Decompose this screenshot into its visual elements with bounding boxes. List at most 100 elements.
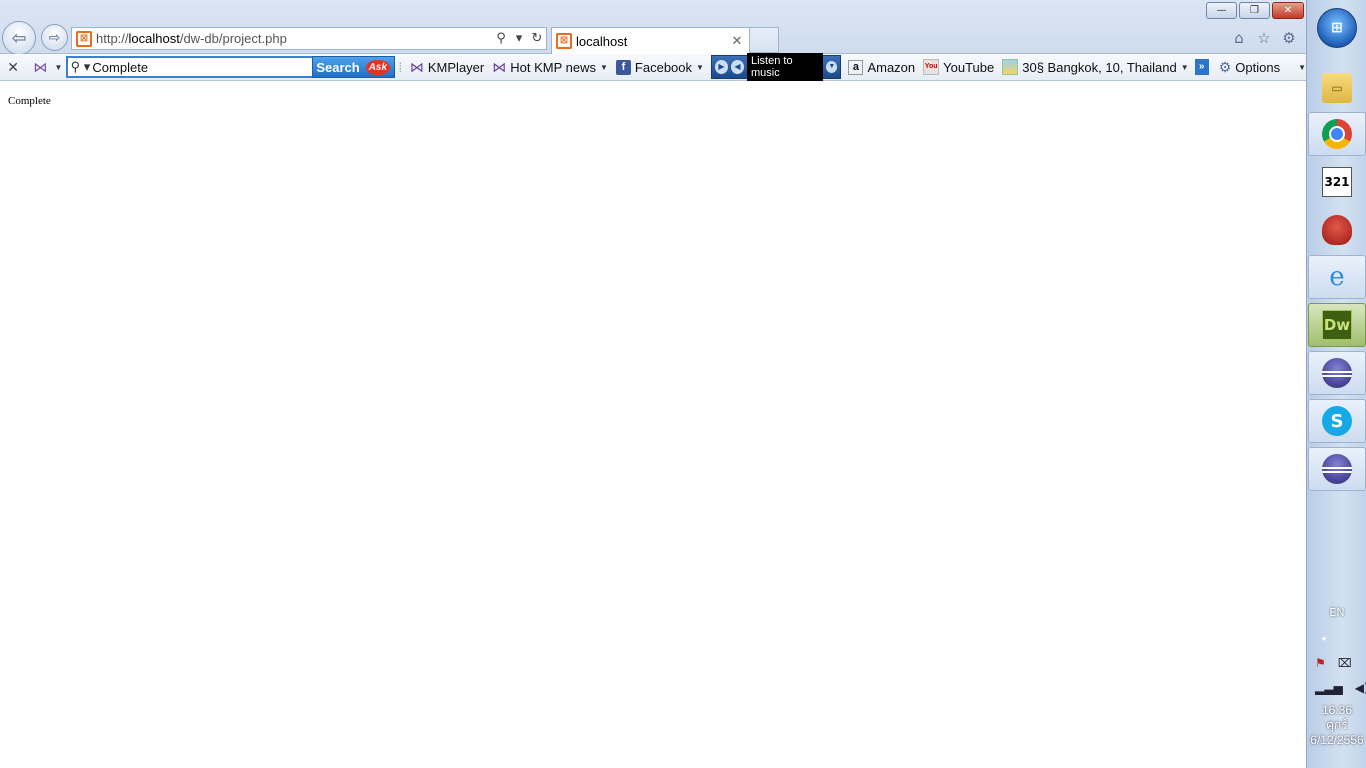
tools-gear-icon[interactable]: ⚙ (1280, 29, 1298, 47)
taskbar-app-chrome[interactable] (1308, 112, 1366, 156)
url-path: /dw-db/project.php (179, 31, 287, 46)
refresh-icon[interactable]: ↻ (528, 31, 546, 46)
toolbar-search-input[interactable]: ⚲ ▾ Complete (66, 56, 312, 78)
window-controls: — ❐ ✕ (1206, 2, 1304, 19)
music-player-widget[interactable]: ▶ ◀ Listen to music ▼ (710, 53, 842, 81)
show-hidden-icons-arrow-icon[interactable]: ◂ (1321, 634, 1326, 644)
ask-logo-icon: Ask (365, 59, 391, 75)
toolbar-options-button[interactable]: ⚙ Options ▼ (1219, 59, 1306, 76)
page-content: Complete (0, 81, 1306, 768)
close-window-button[interactable]: ✕ (1272, 2, 1304, 19)
tray-icons-row-1: ⚑ ⌧ (1315, 656, 1352, 670)
volume-icon[interactable]: ◀ (730, 60, 744, 74)
more-items-button[interactable]: » (1194, 59, 1209, 75)
search-button-label: Search (316, 59, 360, 75)
amazon-icon: a (848, 59, 864, 75)
language-indicator[interactable]: EN (1307, 606, 1366, 619)
network-signal-icon[interactable]: ▂▃▅ (1315, 681, 1343, 695)
toolbar-item-kmplayer[interactable]: ⋈ KMPlayer (406, 59, 488, 76)
youtube-label: YouTube (943, 59, 995, 75)
start-button[interactable]: ⊞ (1317, 8, 1357, 48)
favorites-star-icon[interactable]: ☆ (1255, 29, 1273, 47)
tab-label: localhost (576, 33, 628, 49)
hot-kmp-news-label: Hot KMP news (510, 59, 596, 75)
chevron-down-icon[interactable]: ▼ (600, 63, 608, 72)
skype-icon: S (1322, 406, 1352, 436)
search-input-value[interactable]: Complete (92, 60, 311, 75)
clock-time: 16:36 (1321, 703, 1353, 717)
toolbar-item-facebook[interactable]: f Facebook ▼ (612, 59, 708, 75)
youtube-icon: You (923, 59, 940, 75)
minimize-button[interactable]: — (1206, 2, 1237, 19)
options-label: Options (1235, 59, 1281, 75)
browser-chrome: — ❐ ✕ ⇦ ⇨ ⊠ http://localhost/dw-db/proje… (0, 0, 1306, 55)
red-user-icon (1322, 215, 1352, 245)
search-icon[interactable]: ⚲ ▾ (68, 59, 92, 75)
chevron-down-icon[interactable]: ▼ (1298, 63, 1306, 72)
tab-close-icon[interactable]: ✕ (729, 34, 745, 49)
weather-label: 30§ Bangkok, 10, Thailand (1022, 59, 1177, 75)
toolbar-item-youtube[interactable]: You YouTube (919, 59, 998, 75)
browser-window: — ❐ ✕ ⇦ ⇨ ⊠ http://localhost/dw-db/proje… (0, 0, 1306, 768)
weather-icon (1002, 59, 1019, 75)
url-text[interactable]: http://localhost/dw-db/project.php (96, 31, 492, 46)
new-tab-button[interactable] (750, 27, 779, 53)
url-prefix: http:// (96, 31, 129, 46)
forward-button[interactable]: ⇨ (41, 24, 68, 51)
search-icon[interactable]: ⚲ (492, 31, 510, 46)
clock-day: ศุกร์ (1326, 718, 1348, 732)
listen-to-music-label[interactable]: Listen to music (747, 53, 824, 81)
taskbar-app-eclipse-2[interactable] (1308, 447, 1366, 491)
volume-speaker-icon[interactable]: ◀) (1355, 681, 1366, 695)
chrome-icon (1322, 119, 1352, 149)
media-player-classic-icon: 321 (1322, 167, 1352, 197)
taskbar-app-internet-explorer[interactable]: e (1308, 255, 1366, 299)
url-host: localhost (128, 31, 180, 46)
taskbar-app-media-player-classic[interactable]: 321 (1308, 160, 1366, 204)
back-button[interactable]: ⇦ (2, 21, 36, 55)
restore-button[interactable]: ❐ (1239, 2, 1270, 19)
taskbar-app-red-user[interactable] (1308, 208, 1366, 252)
power-plug-icon[interactable]: ⌧ (1338, 656, 1352, 670)
facebook-label: Facebook (634, 59, 693, 75)
toolbar-close-icon[interactable]: ✕ (0, 59, 26, 76)
home-icon[interactable]: ⌂ (1230, 29, 1248, 47)
facebook-icon: f (615, 59, 631, 75)
system-clock[interactable]: 16:36 ศุกร์ 6/12/2556 (1307, 703, 1366, 748)
gear-icon: ⚙ (1218, 58, 1232, 75)
taskbar-app-skype[interactable]: S (1308, 399, 1366, 443)
kmp-toolbar-logo-icon[interactable]: ⋈ (26, 59, 54, 76)
ask-toolbar: ✕ ⋈ ▼ ⚲ ▾ Complete Search Ask ⁞ ⋈ KMPlay… (0, 53, 1306, 81)
taskbar-app-eclipse[interactable] (1308, 351, 1366, 395)
toolbar-separator: ⁞ (398, 59, 403, 75)
action-center-flag-icon[interactable]: ⚑ (1315, 656, 1326, 670)
xampp-icon: ⊠ (76, 30, 92, 47)
chevron-down-icon[interactable]: ▼ (696, 63, 704, 72)
eclipse-icon (1322, 454, 1352, 484)
taskbar-app-explorer[interactable]: ▭ (1308, 66, 1366, 110)
kmplayer-label: KMPlayer (427, 59, 485, 75)
address-bar[interactable]: ⊠ http://localhost/dw-db/project.php ⚲ ▾… (71, 27, 547, 50)
address-dropdown-icon[interactable]: ▾ (510, 31, 528, 46)
dreamweaver-icon: Dw (1322, 310, 1352, 340)
amazon-label: Amazon (867, 59, 916, 75)
clock-date: 6/12/2556 (1310, 733, 1364, 747)
tab-localhost[interactable]: ⊠ localhost ✕ (551, 27, 750, 54)
browser-command-icons: ⌂ ☆ ⚙ (1230, 29, 1298, 47)
search-button[interactable]: Search Ask (311, 56, 395, 78)
play-icon[interactable]: ▶ (714, 60, 728, 74)
toolbar-item-amazon[interactable]: a Amazon (844, 59, 919, 75)
kmp-news-icon: ⋈ (492, 58, 507, 75)
taskbar: ⊞ ▭ 321 e Dw S EN ◂ ⚑ ⌧ ▂▃▅ ◀) 16:36 ศุก… (1306, 0, 1366, 768)
folder-icon: ▭ (1322, 73, 1352, 103)
chevron-down-icon[interactable]: ▼ (826, 61, 838, 73)
chevron-down-icon[interactable]: ▼ (55, 63, 63, 72)
toolbar-item-weather[interactable]: 30§ Bangkok, 10, Thailand ▼ (998, 59, 1192, 75)
page-text: Complete (8, 95, 51, 107)
eclipse-icon (1322, 358, 1352, 388)
toolbar-item-hot-kmp-news[interactable]: ⋈ Hot KMP news ▼ (488, 59, 612, 76)
chevron-down-icon[interactable]: ▼ (1181, 63, 1189, 72)
taskbar-app-dreamweaver[interactable]: Dw (1308, 303, 1366, 347)
tray-icons-row-2: ▂▃▅ ◀) (1315, 681, 1366, 695)
xampp-icon: ⊠ (556, 33, 572, 49)
